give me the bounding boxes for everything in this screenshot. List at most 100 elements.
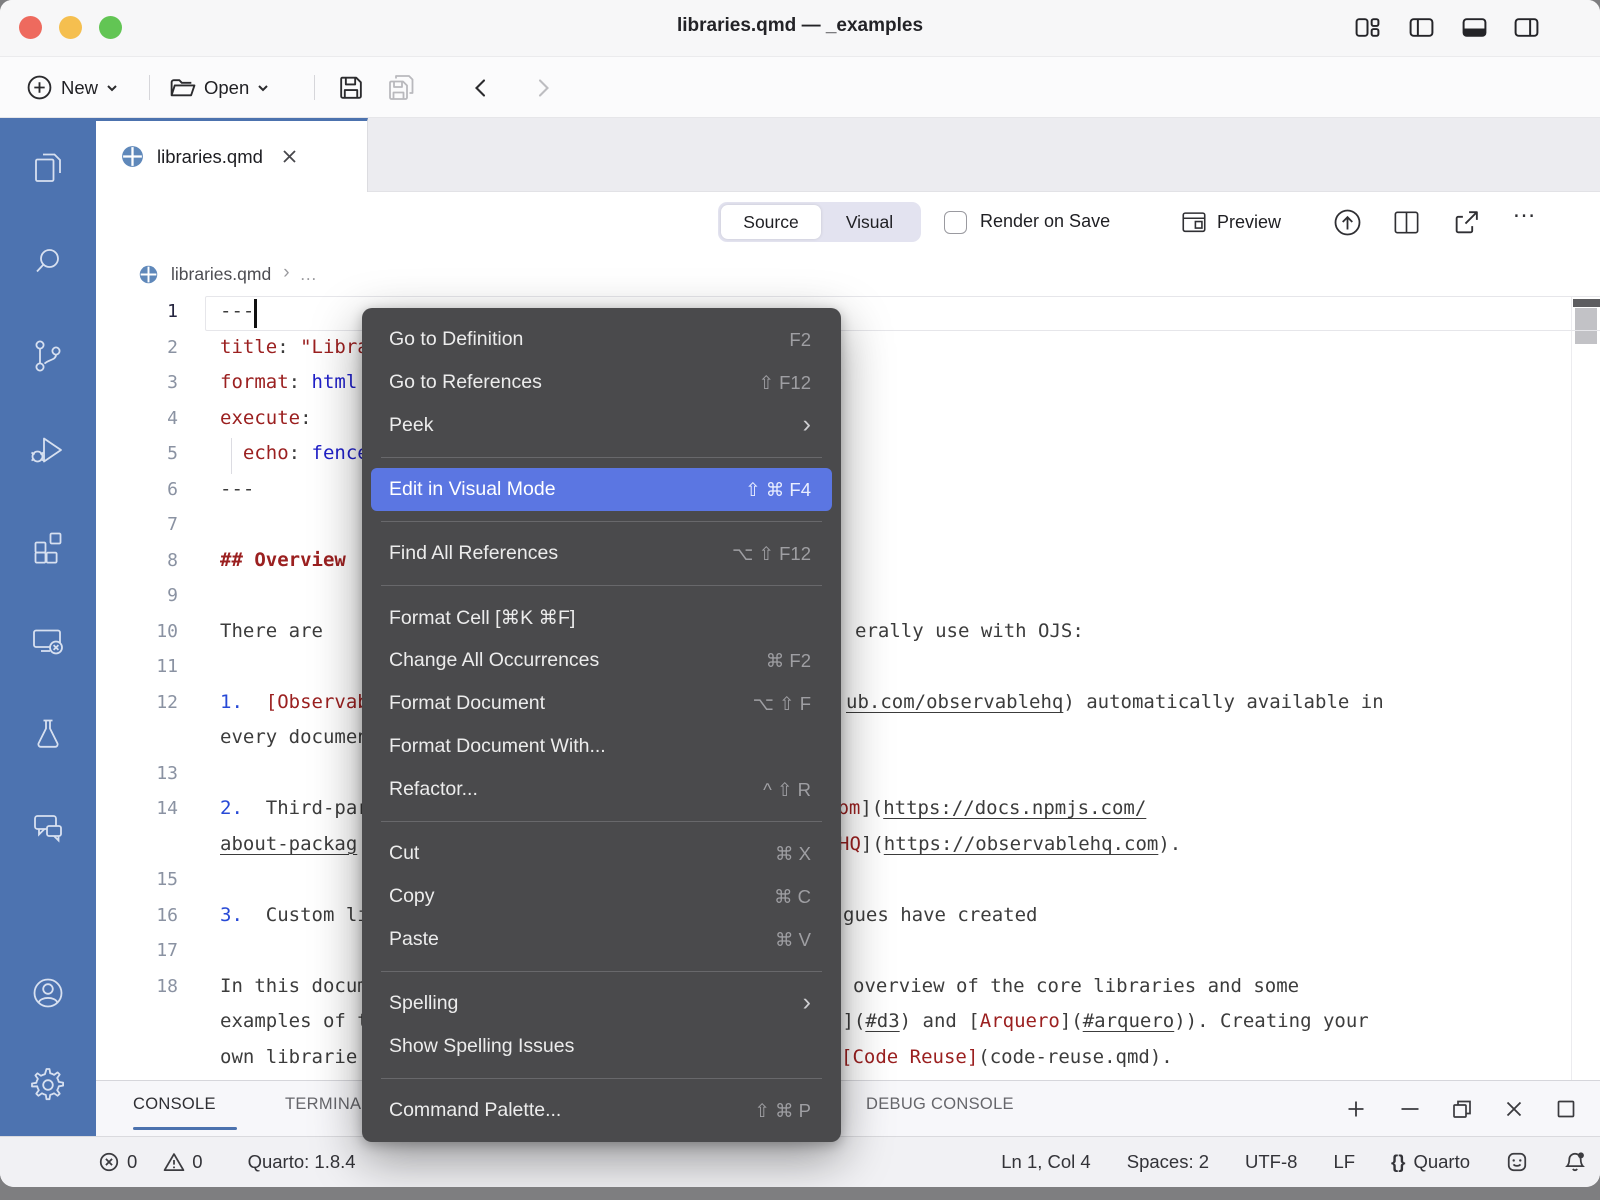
code-line[interactable]: 13: [96, 758, 1600, 794]
code-line[interactable]: 9: [96, 580, 1600, 616]
toggle-right-sidebar-icon[interactable]: [1513, 14, 1540, 41]
code-line[interactable]: 142. Third-partynpm](https://docs.npmjs.…: [96, 793, 1600, 829]
menu-item-go-to-references[interactable]: Go to References⇧ F12: [362, 361, 841, 404]
menu-item-refactor[interactable]: Refactor...^ ⇧ R: [362, 768, 841, 811]
menu-item-cut[interactable]: Cut⌘ X: [362, 832, 841, 875]
minimize-panel-button[interactable]: [1398, 1097, 1422, 1121]
save-button[interactable]: [336, 57, 365, 118]
panel-tab-terminal[interactable]: TERMINAL: [285, 1095, 371, 1114]
restore-panel-button[interactable]: [1450, 1097, 1474, 1121]
navigate-forward-button[interactable]: [530, 57, 556, 118]
code-line[interactable]: examples of t3](#d3) and [Arquero](#arqu…: [96, 1006, 1600, 1042]
new-console-button[interactable]: [1344, 1097, 1368, 1121]
eol-setting[interactable]: LF: [1333, 1151, 1355, 1173]
code-line[interactable]: own librarie[Code Reuse](code-reuse.qmd)…: [96, 1042, 1600, 1078]
menu-item-spelling[interactable]: Spelling›: [362, 982, 841, 1025]
new-button[interactable]: New: [26, 57, 118, 118]
source-mode-button[interactable]: Source: [721, 205, 821, 239]
breadcrumb-file[interactable]: libraries.qmd: [171, 264, 271, 285]
panel-tab-console[interactable]: CONSOLE: [133, 1095, 216, 1114]
preview-button[interactable]: Preview: [1180, 208, 1281, 236]
render-button[interactable]: [1333, 208, 1362, 237]
code-line[interactable]: 15: [96, 864, 1600, 900]
tab-libraries-qmd[interactable]: libraries.qmd: [96, 118, 368, 192]
code-line[interactable]: 4execute:: [96, 403, 1600, 439]
warnings-count[interactable]: 0: [192, 1151, 202, 1173]
save-all-button[interactable]: [386, 57, 416, 118]
sessions-icon[interactable]: [29, 621, 67, 659]
run-debug-icon[interactable]: [29, 431, 67, 469]
menu-item-change-all-occurrences[interactable]: Change All Occurrences⌘ F2: [362, 639, 841, 682]
chevron-down-icon: [106, 83, 118, 93]
extensions-icon[interactable]: [29, 527, 67, 565]
menu-item-format-document-with[interactable]: Format Document With...: [362, 725, 841, 768]
render-on-save-checkbox[interactable]: [944, 211, 967, 234]
panel-tab-debug-console[interactable]: DEBUG CONSOLE: [866, 1095, 1014, 1114]
code-line[interactable]: 17: [96, 935, 1600, 971]
menu-item-shortcut: ⌥ ⇧ F: [753, 693, 811, 715]
maximize-panel-button[interactable]: [1554, 1097, 1578, 1121]
warnings-icon[interactable]: [163, 1151, 185, 1173]
settings-icon[interactable]: [29, 1066, 67, 1104]
code-line[interactable]: about-packagHQ](https://observablehq.com…: [96, 829, 1600, 865]
feedback-smiley-icon[interactable]: [1506, 1151, 1528, 1173]
code-line[interactable]: 11: [96, 651, 1600, 687]
menu-item-command-palette[interactable]: Command Palette...⇧ ⌘ P: [362, 1089, 841, 1132]
account-icon[interactable]: [29, 974, 67, 1012]
indentation-setting[interactable]: Spaces: 2: [1127, 1151, 1209, 1173]
explorer-icon[interactable]: [29, 149, 67, 187]
visual-mode-button[interactable]: Visual: [821, 205, 918, 239]
split-editor-button[interactable]: [1392, 208, 1421, 237]
activity-bar: [0, 118, 96, 1136]
quarto-version[interactable]: Quarto: 1.8.4: [248, 1151, 356, 1173]
menu-item-format-cell-k-f[interactable]: Format Cell [⌘K ⌘F]: [362, 596, 841, 639]
comments-icon[interactable]: [29, 807, 67, 845]
code-line[interactable]: 18In this documoverview of the core libr…: [96, 971, 1600, 1007]
line-number: 12: [120, 692, 178, 713]
menu-item-go-to-definition[interactable]: Go to DefinitionF2: [362, 318, 841, 361]
code-line[interactable]: 8## Overview: [96, 545, 1600, 581]
source-control-icon[interactable]: [29, 337, 67, 375]
menu-item-copy[interactable]: Copy⌘ C: [362, 875, 841, 918]
menu-item-shortcut: ⌘ X: [775, 843, 811, 865]
open-external-button[interactable]: [1452, 208, 1481, 237]
code-line[interactable]: 2title: "Libraries": [96, 332, 1600, 368]
code-line[interactable]: 5 echo: fenced: [96, 438, 1600, 474]
toggle-bottom-panel-icon[interactable]: [1461, 14, 1488, 41]
navigate-back-button[interactable]: [468, 57, 494, 118]
search-icon[interactable]: [29, 243, 67, 281]
menu-item-label: Edit in Visual Mode: [389, 478, 745, 501]
close-icon[interactable]: [281, 148, 298, 165]
toggle-left-sidebar-icon[interactable]: [1408, 14, 1435, 41]
code-line[interactable]: 121. [Observableub.com/observablehq) aut…: [96, 687, 1600, 723]
notifications-bell-icon[interactable]: [1564, 1151, 1586, 1173]
menu-item-show-spelling-issues[interactable]: Show Spelling Issues: [362, 1025, 841, 1068]
errors-count[interactable]: 0: [127, 1151, 137, 1173]
chevron-left-icon: [468, 75, 494, 101]
code-line[interactable]: 6---: [96, 474, 1600, 510]
menu-item-format-document[interactable]: Format Document⌥ ⇧ F: [362, 682, 841, 725]
code-line[interactable]: 7: [96, 509, 1600, 545]
menu-item-paste[interactable]: Paste⌘ V: [362, 918, 841, 961]
testing-icon[interactable]: [29, 715, 67, 753]
more-actions-button[interactable]: …: [1512, 196, 1537, 224]
open-button[interactable]: Open: [168, 57, 269, 118]
menu-item-shortcut: ⌘ V: [775, 929, 811, 951]
file-encoding[interactable]: UTF-8: [1245, 1151, 1297, 1173]
code-text: own librarie: [220, 1046, 357, 1068]
customize-layout-icon[interactable]: [1354, 14, 1381, 41]
language-mode[interactable]: {} Quarto: [1391, 1151, 1470, 1173]
close-panel-button[interactable]: [1502, 1097, 1526, 1121]
menu-item-edit-in-visual-mode[interactable]: Edit in Visual Mode⇧ ⌘ F4: [371, 468, 832, 511]
errors-icon[interactable]: [98, 1151, 120, 1173]
code-line[interactable]: 10There are erally use with OJS:: [96, 616, 1600, 652]
cursor-position[interactable]: Ln 1, Col 4: [1001, 1151, 1090, 1173]
code-line[interactable]: 163. Custom libgues have created: [96, 900, 1600, 936]
menu-item-find-all-references[interactable]: Find All References⌥ ⇧ F12: [362, 532, 841, 575]
code-editor[interactable]: 1---2title: "Libraries"3format: html4exe…: [96, 296, 1600, 1080]
code-line[interactable]: every document: [96, 722, 1600, 758]
code-line[interactable]: 3format: html: [96, 367, 1600, 403]
breadcrumb-more[interactable]: …: [300, 264, 318, 285]
code-line[interactable]: 1---: [96, 296, 1600, 332]
menu-item-peek[interactable]: Peek›: [362, 404, 841, 447]
